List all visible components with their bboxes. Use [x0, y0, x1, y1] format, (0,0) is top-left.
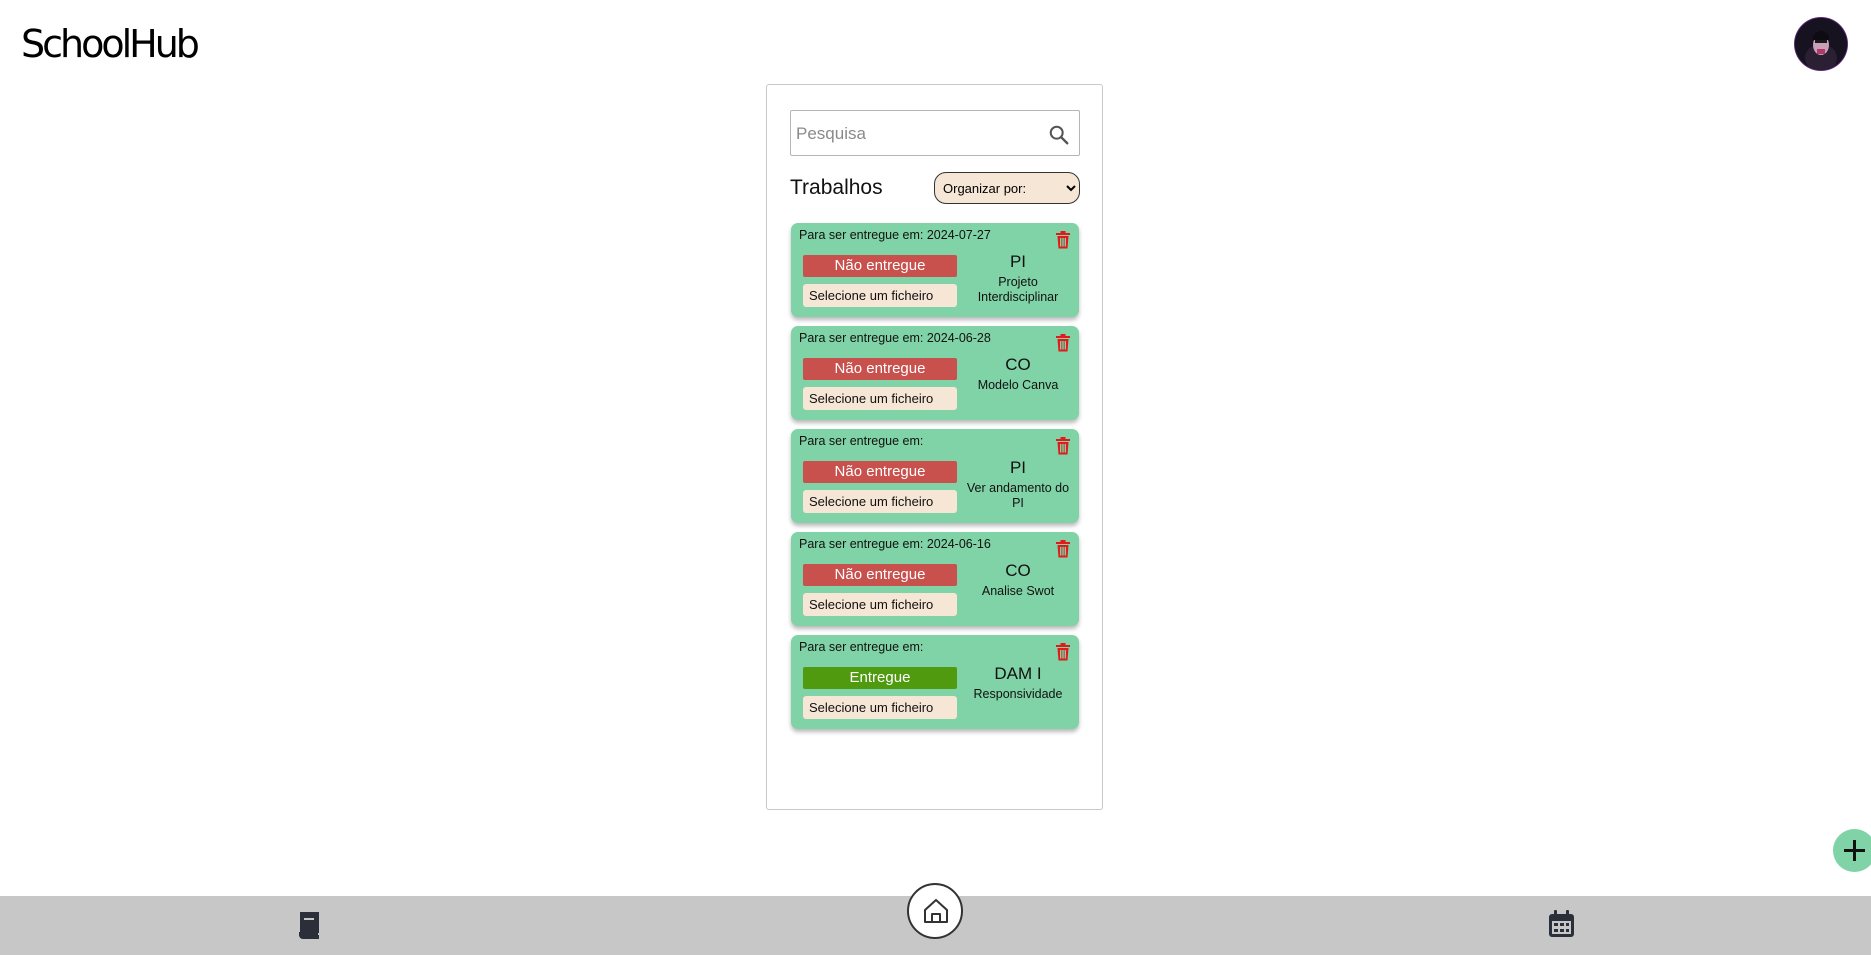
assignments-panel: Trabalhos Organizar por: Para ser entreg… [766, 84, 1103, 810]
trash-icon[interactable] [1055, 437, 1071, 455]
subject-code: CO [1005, 355, 1031, 374]
trash-icon[interactable] [1055, 231, 1071, 249]
assignment-card: Para ser entregue em: 2024-06-16 Não ent… [791, 532, 1079, 626]
avatar[interactable] [1795, 18, 1847, 70]
app-logo: SchoolHub [21, 22, 200, 66]
status-badge[interactable]: Não entregue [803, 255, 957, 277]
assignment-card: Para ser entregue em: Não entregue Selec… [791, 429, 1079, 523]
assignment-description: Responsividade [973, 687, 1063, 701]
assignment-description: Analise Swot [981, 584, 1055, 598]
assignment-card: Para ser entregue em: 2024-06-28 Não ent… [791, 326, 1079, 420]
due-date-label: Para ser entregue em: [799, 640, 924, 654]
search-icon[interactable] [1048, 124, 1070, 146]
assignment-list: Para ser entregue em: 2024-07-27 Não ent… [791, 223, 1079, 738]
trash-icon[interactable] [1055, 643, 1071, 661]
subject-code: DAM I [994, 664, 1042, 683]
file-picker-button[interactable]: Selecione um ficheiro [803, 284, 957, 307]
home-button[interactable] [907, 883, 963, 939]
trash-icon[interactable] [1055, 540, 1071, 558]
add-assignment-button[interactable] [1833, 829, 1871, 872]
status-badge[interactable]: Entregue [803, 667, 957, 689]
assignment-card: Para ser entregue em: 2024-07-27 Não ent… [791, 223, 1079, 317]
search-box [790, 110, 1080, 157]
plus-icon [1844, 840, 1865, 861]
due-date-label: Para ser entregue em: 2024-06-16 [799, 537, 991, 551]
file-picker-button[interactable]: Selecione um ficheiro [803, 490, 957, 513]
assignment-description: Modelo Canva [977, 378, 1059, 392]
file-picker-button[interactable]: Selecione um ficheiro [803, 696, 957, 719]
avatar-image [1795, 18, 1847, 70]
file-picker-button[interactable]: Selecione um ficheiro [803, 387, 957, 410]
section-title: Trabalhos [790, 176, 883, 199]
trash-icon[interactable] [1055, 334, 1071, 352]
subject-code: PI [1009, 252, 1027, 271]
subject-code: CO [1005, 561, 1031, 580]
status-badge[interactable]: Não entregue [803, 461, 957, 483]
due-date-label: Para ser entregue em: 2024-07-27 [799, 228, 991, 242]
file-picker-button[interactable]: Selecione um ficheiro [803, 593, 957, 616]
sort-select[interactable]: Organizar por: [934, 172, 1080, 204]
status-badge[interactable]: Não entregue [803, 358, 957, 380]
home-icon [924, 899, 948, 923]
assignment-description: Projeto Interdisciplinar [977, 275, 1059, 304]
subject-code: PI [1009, 458, 1027, 477]
book-icon[interactable] [296, 911, 322, 939]
due-date-label: Para ser entregue em: [799, 434, 924, 448]
calendar-icon[interactable] [1548, 910, 1575, 938]
assignment-description: Ver andamento do PI [966, 481, 1070, 510]
search-input[interactable] [794, 111, 1038, 157]
due-date-label: Para ser entregue em: 2024-06-28 [799, 331, 991, 345]
assignment-card: Para ser entregue em: Entregue Selecione… [791, 635, 1079, 729]
status-badge[interactable]: Não entregue [803, 564, 957, 586]
